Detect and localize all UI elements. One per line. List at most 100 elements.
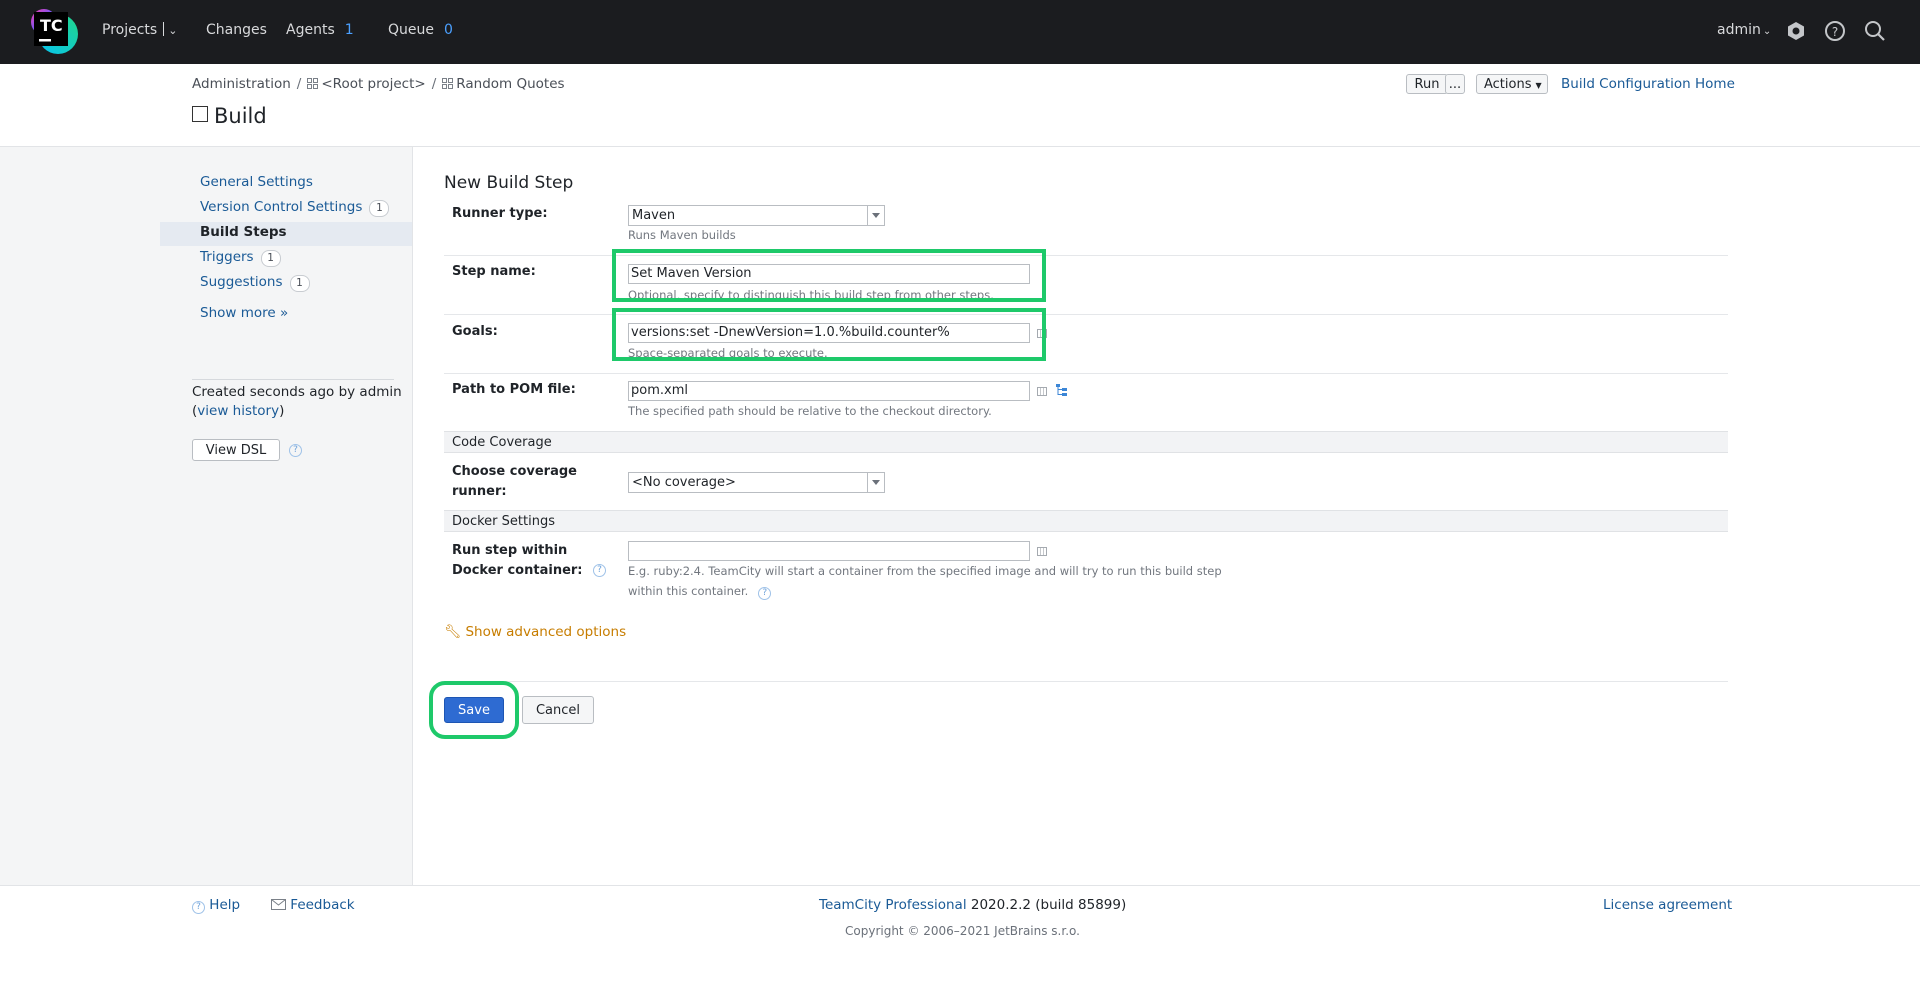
- queue-count: 0: [444, 22, 453, 38]
- breadcrumb: Administration / <Root project> / Random Quo…: [192, 76, 565, 92]
- breadcrumb-administration[interactable]: Administration: [192, 76, 291, 92]
- envelope-icon: [271, 897, 290, 913]
- view-dsl-button[interactable]: View DSL: [192, 439, 280, 461]
- breadcrumb-separator: /: [431, 76, 437, 92]
- user-menu[interactable]: admin ⌄: [1717, 22, 1771, 38]
- page-title: Build: [192, 104, 267, 128]
- help-icon[interactable]: ?: [1822, 18, 1848, 44]
- pom-path-note: The specified path should be relative to…: [628, 404, 992, 418]
- sidebar-item-label: Version Control Settings: [200, 199, 363, 215]
- created-info: Created seconds ago by admin (view histor…: [192, 384, 402, 419]
- build-configuration-home-link[interactable]: Build Configuration Home: [1561, 76, 1735, 92]
- search-icon[interactable]: [1862, 18, 1888, 44]
- footer-feedback-label: Feedback: [290, 897, 355, 913]
- show-more-link[interactable]: Show more »: [200, 305, 288, 321]
- count-badge: 1: [369, 200, 390, 217]
- help-icon: ?: [192, 901, 205, 914]
- parameter-picker-icon[interactable]: [1037, 547, 1047, 556]
- agents-count: 1: [344, 22, 354, 38]
- build-config-icon: [192, 106, 208, 122]
- save-button[interactable]: Save: [444, 697, 504, 723]
- runner-type-select[interactable]: Maven: [628, 205, 885, 226]
- sidebar-item-label: Suggestions: [200, 274, 283, 290]
- caret-down-icon: ▼: [1535, 81, 1542, 90]
- show-more-label: Show more »: [200, 305, 289, 321]
- sidebar-item-label: General Settings: [200, 174, 313, 190]
- cancel-button[interactable]: Cancel: [522, 696, 594, 724]
- help-icon[interactable]: ?: [289, 444, 302, 457]
- advanced-options-label: Show advanced options: [465, 624, 627, 640]
- help-icon[interactable]: ?: [758, 587, 772, 600]
- coverage-label-line2: runner:: [452, 484, 507, 499]
- footer-help-link[interactable]: ? Help: [192, 897, 240, 914]
- actions-label: Actions: [1484, 77, 1532, 92]
- pom-path-label: Path to POM file:: [452, 382, 576, 397]
- parameter-picker-icon[interactable]: [1037, 329, 1047, 338]
- actions-dropdown[interactable]: Actions ▼: [1476, 74, 1548, 94]
- step-name-label: Step name:: [452, 264, 536, 279]
- row-divider: [444, 373, 1728, 374]
- sidebar-item-triggers[interactable]: Triggers 1: [200, 249, 281, 267]
- goals-input[interactable]: versions:set -DnewVersion=1.0.%build.cou…: [628, 323, 1030, 343]
- footer-feedback-link[interactable]: Feedback: [271, 897, 355, 913]
- coverage-runner-select[interactable]: <No coverage>: [628, 472, 885, 493]
- license-label: License agreement: [1603, 897, 1733, 913]
- license-agreement-link[interactable]: License agreement: [1603, 897, 1732, 913]
- breadcrumb-separator: /: [296, 76, 302, 92]
- logo-text: TC: [40, 16, 63, 35]
- step-name-note: Optional, specify to distinguish this bu…: [628, 288, 994, 302]
- docker-note: E.g. ruby:2.4. TeamCity will start a con…: [628, 561, 1222, 601]
- count-badge: 1: [260, 250, 281, 267]
- pom-path-input[interactable]: pom.xml: [628, 381, 1030, 401]
- chevron-down-icon[interactable]: ⌄: [168, 24, 177, 37]
- docker-label-line1: Run step within: [452, 543, 568, 558]
- docker-label-line2: Docker container:: [452, 563, 583, 578]
- sidebar-divider: [192, 379, 394, 380]
- nav-queue[interactable]: Queue 0: [388, 22, 453, 38]
- nav-divider: [163, 22, 165, 36]
- teamcity-logo[interactable]: TC: [28, 6, 80, 58]
- sidebar-item-version-control-settings[interactable]: Version Control Settings 1: [200, 199, 390, 217]
- code-coverage-section-header: Code Coverage: [444, 431, 1728, 453]
- coverage-runner-label: Choose coverage runner:: [452, 462, 577, 502]
- nav-changes[interactable]: Changes: [206, 22, 267, 38]
- help-icon[interactable]: ?: [593, 564, 606, 577]
- nav-projects[interactable]: Projects ⌄: [102, 22, 177, 38]
- user-name: admin: [1717, 22, 1761, 38]
- product-link[interactable]: TeamCity Professional: [819, 897, 967, 913]
- settings-icon[interactable]: [1783, 18, 1809, 44]
- step-name-input[interactable]: Set Maven Version: [628, 264, 1030, 284]
- count-badge: 1: [289, 275, 310, 292]
- form-actions-divider: [444, 681, 1728, 682]
- file-tree-icon[interactable]: [1055, 383, 1069, 397]
- breadcrumb-root-project[interactable]: <Root project>: [321, 76, 425, 92]
- row-divider: [444, 314, 1728, 315]
- chevron-down-icon: ⌄: [1762, 26, 1772, 37]
- parameter-picker-icon[interactable]: [1037, 387, 1047, 396]
- chevron-down-icon: [867, 206, 884, 225]
- docker-note-line1: E.g. ruby:2.4. TeamCity will start a con…: [628, 564, 1222, 578]
- nav-changes-label: Changes: [206, 22, 267, 38]
- row-divider: [444, 255, 1728, 256]
- sidebar-item-general-settings[interactable]: General Settings: [200, 174, 313, 190]
- docker-image-input[interactable]: [628, 541, 1030, 561]
- copyright: Copyright © 2006–2021 JetBrains s.r.o.: [845, 924, 1080, 938]
- project-icon: [442, 77, 454, 89]
- created-text: Created seconds ago by admin: [192, 384, 402, 400]
- view-history-link[interactable]: view history: [197, 403, 279, 419]
- svg-text:?: ?: [1832, 25, 1838, 39]
- coverage-runner-value: <No coverage>: [632, 475, 736, 490]
- wrench-icon: 🔧︎: [444, 624, 462, 640]
- sidebar-item-suggestions[interactable]: Suggestions 1: [200, 274, 310, 292]
- sidebar-item-build-steps[interactable]: Build Steps: [200, 224, 287, 240]
- run-button[interactable]: Run: [1406, 74, 1448, 94]
- goals-note: Space-separated goals to execute.: [628, 346, 828, 360]
- show-advanced-options-link[interactable]: 🔧︎ Show advanced options: [444, 624, 626, 640]
- nav-projects-label: Projects: [102, 22, 158, 38]
- breadcrumb-random-quotes[interactable]: Random Quotes: [456, 76, 564, 92]
- runner-type-value: Maven: [632, 208, 676, 223]
- nav-agents-label: Agents: [286, 22, 335, 38]
- nav-agents[interactable]: Agents 1: [286, 22, 354, 38]
- footer-divider: [0, 885, 1920, 886]
- run-custom-button[interactable]: ...: [1445, 74, 1465, 94]
